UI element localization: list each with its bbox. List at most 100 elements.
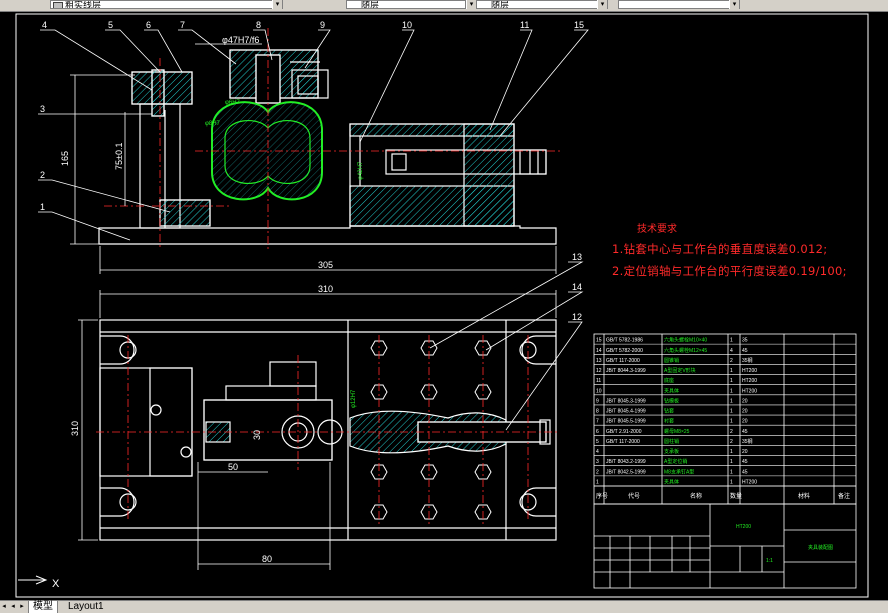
- bom-header-name: 名称: [690, 492, 702, 500]
- bom-cell-name: A型定位销: [664, 458, 687, 465]
- technical-requirements: 技术要求 1.钻套中心与工作台的垂直度误差0.012; 2.定位销轴与工作台的平…: [612, 220, 847, 279]
- bom-header-std: 代号: [628, 492, 640, 500]
- toolbar: 粗实线层 ▾ 随层 ▾ 随层 ▾ ▾: [0, 0, 888, 12]
- dim-small-3: φ12H7: [351, 389, 357, 408]
- chevron-down-icon[interactable]: ▾: [729, 0, 740, 9]
- bom-cell-name: 六角头螺栓M10×40: [664, 337, 707, 344]
- callout-5: 5: [108, 20, 113, 30]
- bom-cell-no: 12: [596, 368, 602, 374]
- bom-cell-no: 3: [596, 459, 599, 465]
- bom-cell-no: 11: [596, 378, 601, 384]
- bom-cell-std: GB/T 5782-1986: [606, 338, 643, 344]
- linetype-dropdown[interactable]: 随层: [346, 0, 466, 9]
- plotstyle-dropdown[interactable]: [618, 0, 730, 9]
- bom-cell-name: 夹具体: [664, 387, 679, 394]
- lineweight-value: 随层: [491, 0, 510, 9]
- bom-cell-std: JB/T 8044.3-1999: [606, 368, 646, 374]
- chevron-down-icon[interactable]: ▾: [272, 0, 283, 9]
- bom-cell-qty: 1: [730, 449, 733, 455]
- bom-cell-name: 支承板: [664, 448, 679, 455]
- bom-cell-mat: 35钢: [742, 438, 753, 445]
- bom-cell-std: GB/T 117-2000: [606, 358, 640, 364]
- callout-12: 12: [572, 312, 582, 322]
- bom-cell-qty: 1: [730, 480, 733, 486]
- bom-cell-name: 底座: [664, 377, 674, 384]
- dim-width-front: 305: [318, 260, 333, 270]
- dim-width-top: 310: [318, 284, 333, 294]
- layer-dropdown[interactable]: 粗实线层: [50, 0, 280, 9]
- bom-cell-mat: HT200: [742, 368, 757, 374]
- drawing-canvas[interactable]: 165 75±0.1 305 φ47H7/f6 310 310 50 80 30…: [0, 12, 888, 600]
- bom-cell-std: GB/T 2.91-2000: [606, 429, 642, 435]
- callout-3: 3: [40, 104, 45, 114]
- bom-header-mat: 材料: [798, 492, 810, 500]
- title-material: HT200: [736, 524, 751, 530]
- lineweight-dropdown[interactable]: 随层: [476, 0, 598, 9]
- bom-cell-name: 圆柱销: [664, 438, 679, 445]
- callout-11: 11: [520, 20, 529, 30]
- tab-layout1[interactable]: Layout1: [64, 601, 108, 613]
- bom-cell-mat: 35: [742, 338, 748, 344]
- callout-9: 9: [320, 20, 325, 30]
- bom-cell-no: 14: [596, 348, 602, 354]
- dim-height-upper: 75±0.1: [114, 143, 124, 170]
- bom-cell-mat: HT200: [742, 480, 757, 486]
- bom-cell-mat: 20: [742, 409, 748, 415]
- bom-cell-mat: 45: [742, 469, 748, 475]
- layer-name: 粗实线层: [65, 0, 102, 9]
- bom-cell-mat: 20: [742, 419, 748, 425]
- layout-tabs: ◂ ◂ ▸ 模型 Layout1: [0, 600, 888, 613]
- bom-cell-mat: 20: [742, 398, 748, 404]
- tab-nav-next-icon[interactable]: ▸: [18, 602, 26, 612]
- bom-cell-name: 钻模板: [664, 397, 679, 404]
- title-drawing-name: 夹具装配图: [808, 544, 833, 551]
- front-view: [98, 49, 557, 245]
- bom-cell-name: M8支承钉A型: [664, 468, 694, 475]
- title-scale: 1:1: [766, 558, 773, 564]
- bom-cell-no: 1: [596, 480, 599, 486]
- ucs-icon: [18, 575, 48, 585]
- dim-upper: φ47H7/f6: [222, 35, 259, 45]
- bom-cell-no: 7: [596, 419, 599, 425]
- callout-1: 1: [40, 202, 45, 212]
- tech-req-line-1: 1.钻套中心与工作台的垂直度误差0.012;: [612, 242, 828, 256]
- bom-cell-mat: 45: [742, 429, 748, 435]
- bom-cell-qty: 1: [730, 469, 733, 475]
- bom-cell-mat: 45: [742, 348, 748, 354]
- dim-80: 80: [262, 554, 272, 564]
- bom-cell-qty: 1: [730, 459, 733, 465]
- chevron-down-icon[interactable]: ▾: [597, 0, 608, 9]
- bom-cell-name: 六角头螺栓M12×45: [664, 347, 707, 354]
- callout-4: 4: [42, 20, 47, 30]
- bom-cell-qty: 2: [730, 429, 733, 435]
- dim-30: 30: [252, 430, 262, 440]
- bom-cell-no: 4: [596, 449, 599, 455]
- bom-cell-qty: 1: [730, 338, 733, 344]
- dim-small-1: φ6H7: [225, 100, 241, 106]
- tab-nav-prev-icon[interactable]: ◂: [9, 602, 17, 612]
- bom-cell-qty: 4: [730, 348, 733, 354]
- bom-cell-no: 10: [596, 388, 602, 394]
- ucs-x-label: X: [52, 578, 60, 590]
- bom-cell-std: JB/T 8045.4-1999: [606, 409, 646, 415]
- bom-cell-no: 5: [596, 439, 599, 445]
- bom-cell-qty: 1: [730, 398, 733, 404]
- bom-cell-name: 衬套: [664, 418, 674, 425]
- bom-cell-name: 夹具体: [664, 479, 679, 486]
- bom-cell-std: JB/T 8045.3-1999: [606, 398, 646, 404]
- bom-cell-mat: 45: [742, 459, 748, 465]
- bom-header-qty: 数量: [730, 492, 742, 500]
- dim-side: φ42H7: [358, 161, 364, 180]
- bom-cell-name: A型固定V形块: [664, 367, 696, 374]
- bom-header-no: 序号: [596, 492, 608, 500]
- bom-cell-qty: 2: [730, 439, 733, 445]
- tab-nav-first-icon[interactable]: ◂: [0, 602, 8, 612]
- bom-cell-std: JB/T 8043.2-1999: [606, 459, 646, 465]
- bom-cell-name: 圆锥销: [664, 357, 679, 364]
- bom-cell-no: 13: [596, 358, 602, 364]
- callout-2: 2: [40, 170, 45, 180]
- tab-model[interactable]: 模型: [28, 601, 58, 613]
- tech-req-line-2: 2.定位销轴与工作台的平行度误差0.19/100;: [612, 264, 847, 278]
- callout-15: 15: [574, 20, 584, 30]
- bom-cell-no: 2: [596, 469, 599, 475]
